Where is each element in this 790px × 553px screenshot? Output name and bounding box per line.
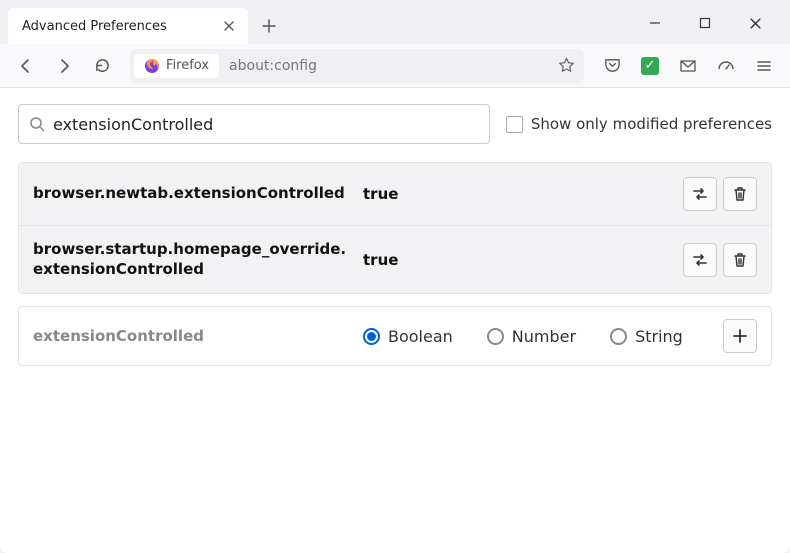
identity-box[interactable]: Firefox [134, 54, 219, 78]
preference-value: true [363, 185, 673, 203]
toggle-icon [691, 251, 709, 269]
preference-name: browser.startup.homepage_override.extens… [33, 240, 353, 279]
add-button[interactable] [723, 319, 757, 353]
radio-label: Boolean [388, 327, 453, 346]
toggle-button[interactable] [683, 243, 717, 277]
close-window-button[interactable] [740, 8, 770, 38]
preferences-table: browser.newtab.extensionControlled true … [18, 162, 772, 294]
maximize-button[interactable] [690, 8, 720, 38]
preference-row[interactable]: browser.newtab.extensionControlled true [19, 163, 771, 226]
dashboard-icon[interactable] [710, 50, 742, 82]
radio-icon [487, 328, 504, 345]
plus-icon [732, 328, 748, 344]
row-actions [683, 243, 757, 277]
toggle-button[interactable] [683, 177, 717, 211]
inbox-icon[interactable] [672, 50, 704, 82]
window-controls [640, 8, 782, 44]
new-preference-name: extensionControlled [33, 327, 353, 345]
minimize-button[interactable] [640, 8, 670, 38]
url-bar[interactable]: Firefox about:config [130, 49, 584, 83]
radio-icon [610, 328, 627, 345]
radio-icon [363, 328, 380, 345]
browser-tab[interactable]: Advanced Preferences [8, 8, 248, 44]
radio-label: String [635, 327, 683, 346]
type-options: Boolean Number String [363, 327, 713, 346]
radio-boolean[interactable]: Boolean [363, 327, 453, 346]
preference-name: browser.newtab.extensionControlled [33, 184, 353, 204]
delete-button[interactable] [723, 243, 757, 277]
browser-window: Advanced Preferences [0, 0, 790, 553]
titlebar: Advanced Preferences [0, 0, 790, 44]
search-input[interactable] [53, 115, 479, 134]
tab-title: Advanced Preferences [22, 19, 220, 34]
checkbox-icon[interactable] [506, 116, 523, 133]
row-actions [683, 177, 757, 211]
bookmark-star-icon[interactable] [552, 52, 580, 80]
new-tab-button[interactable] [254, 11, 284, 41]
search-icon [29, 116, 45, 132]
show-modified-label: Show only modified preferences [531, 115, 772, 133]
toolbar: Firefox about:config ✓ [0, 44, 790, 88]
radio-number[interactable]: Number [487, 327, 576, 346]
radio-label: Number [512, 327, 576, 346]
back-button[interactable] [10, 50, 42, 82]
toggle-icon [691, 185, 709, 203]
radio-string[interactable]: String [610, 327, 683, 346]
trash-icon [732, 252, 748, 268]
firefox-logo-icon [144, 58, 160, 74]
preference-value: true [363, 251, 673, 269]
identity-label: Firefox [166, 58, 209, 73]
search-box[interactable] [18, 104, 490, 144]
close-icon[interactable] [220, 17, 238, 35]
forward-button[interactable] [48, 50, 80, 82]
new-preference-row: extensionControlled Boolean Number Strin… [18, 306, 772, 366]
url-text: about:config [223, 58, 548, 74]
preference-row[interactable]: browser.startup.homepage_override.extens… [19, 226, 771, 293]
search-row: Show only modified preferences [18, 104, 772, 144]
reload-button[interactable] [86, 50, 118, 82]
delete-button[interactable] [723, 177, 757, 211]
app-menu-button[interactable] [748, 50, 780, 82]
show-modified-checkbox[interactable]: Show only modified preferences [506, 115, 772, 133]
pocket-icon[interactable] [596, 50, 628, 82]
extension-icon[interactable]: ✓ [634, 50, 666, 82]
about-config-content: Show only modified preferences browser.n… [0, 88, 790, 382]
trash-icon [732, 186, 748, 202]
